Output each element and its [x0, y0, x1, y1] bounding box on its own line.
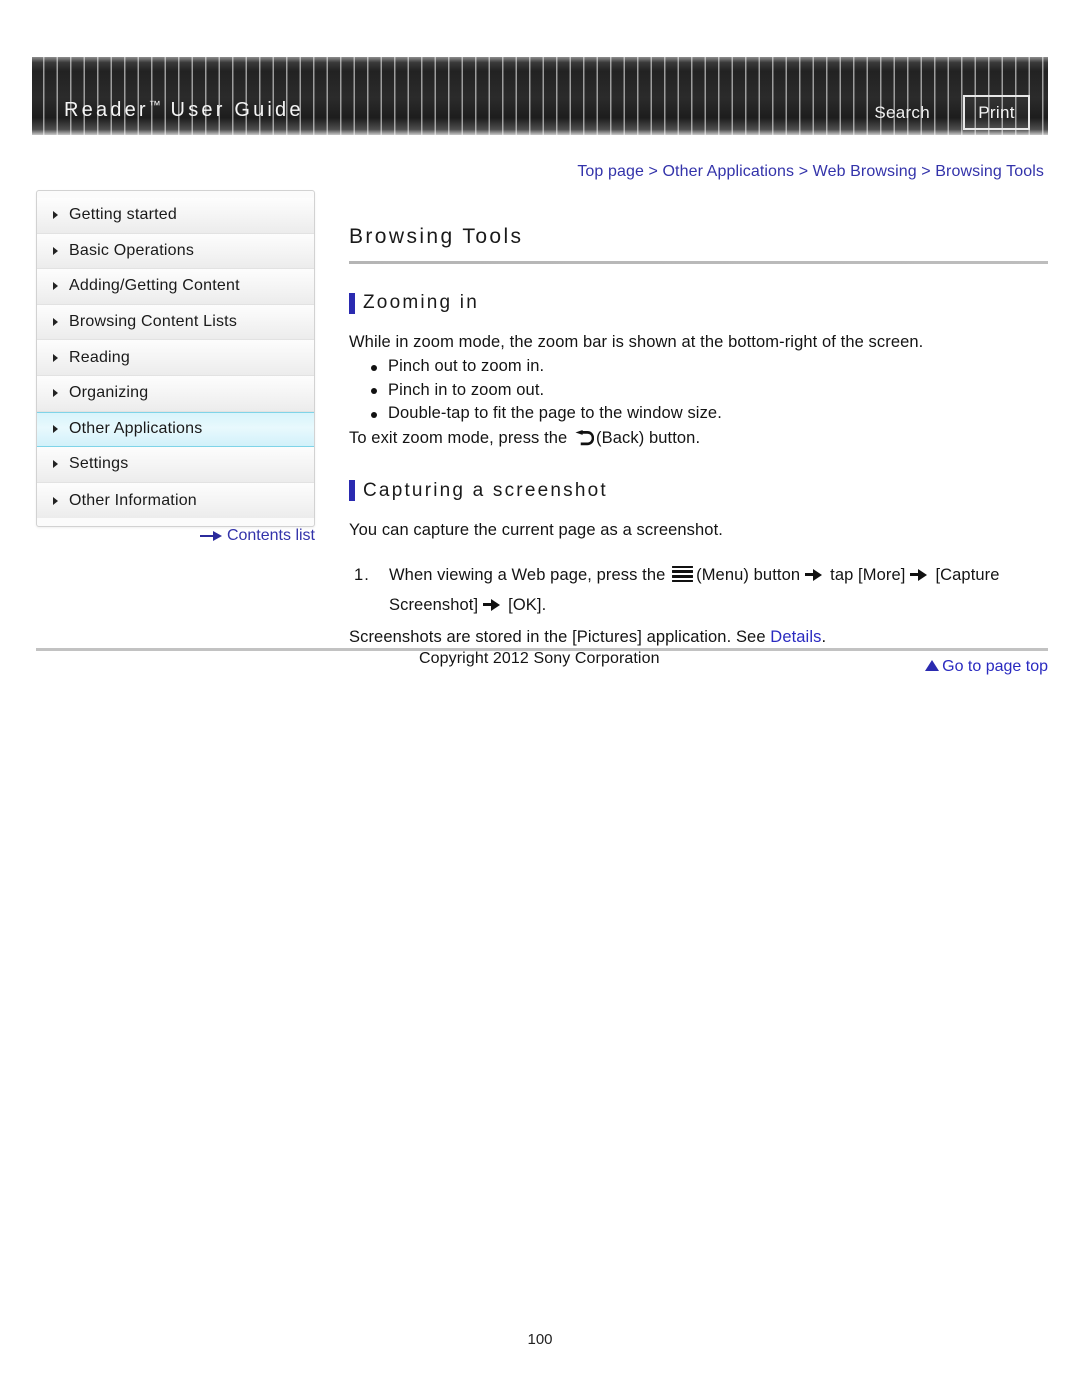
sidebar-item-label: Getting started — [69, 206, 177, 224]
sidebar-item-other-applications[interactable]: Other Applications — [37, 411, 314, 448]
sidebar-item-basic-operations[interactable]: Basic Operations — [37, 233, 314, 270]
list-item: Pinch out to zoom in. — [371, 355, 1048, 379]
main-content: Browsing Tools Zooming in While in zoom … — [349, 225, 1048, 676]
search-button[interactable]: Search — [874, 103, 930, 123]
zooming-exit-after: (Back) button. — [596, 428, 701, 447]
zooming-exit-before: To exit zoom mode, press the — [349, 428, 568, 447]
section-marker-bar — [349, 480, 355, 501]
print-button[interactable]: Print — [963, 95, 1030, 130]
section-heading-zooming-in: Zooming in — [349, 292, 1048, 314]
contents-list-label: Contents list — [226, 527, 315, 544]
sidebar-item-label: Reading — [69, 348, 131, 366]
list-item: When viewing a Web page, press the (Menu… — [349, 560, 1048, 620]
sidebar-item-other-information[interactable]: Other Information — [37, 482, 314, 519]
chevron-right-icon — [53, 425, 58, 434]
list-item: Pinch in to zoom out. — [371, 379, 1048, 403]
arrow-right-icon — [199, 531, 222, 541]
step-text-e: [OK]. — [508, 595, 547, 614]
title-divider — [349, 261, 1048, 264]
sidebar-item-label: Adding/Getting Content — [69, 277, 240, 295]
app-title: Reader™ User Guide — [64, 98, 304, 122]
chevron-right-icon — [53, 389, 58, 398]
sidebar-item-label: Settings — [69, 455, 129, 473]
chevron-right-icon — [53, 496, 58, 505]
sidebar-item-label: Browsing Content Lists — [69, 313, 238, 331]
section-heading-capturing-screenshot: Capturing a screenshot — [349, 480, 1048, 502]
step-text-a: When viewing a Web page, press the — [389, 565, 666, 584]
page-title: Browsing Tools — [349, 225, 524, 248]
section-marker-bar — [349, 292, 355, 314]
sidebar-item-browsing-content-lists[interactable]: Browsing Content Lists — [37, 304, 314, 341]
zooming-exit-text: To exit zoom mode, press the (Back) butt… — [349, 427, 1048, 450]
capture-steps-list: When viewing a Web page, press the (Menu… — [349, 560, 1048, 620]
details-link[interactable]: Details — [770, 628, 821, 646]
menu-hamburger-icon — [672, 565, 694, 583]
arrow-right-icon — [910, 568, 930, 581]
zooming-bullet-list: Pinch out to zoom in. Pinch in to zoom o… — [349, 355, 1048, 426]
chevron-right-icon — [53, 353, 58, 362]
copyright-text: Copyright 2012 Sony Corporation — [419, 650, 660, 667]
sidebar-navigation: Getting started Basic Operations Adding/… — [36, 190, 315, 528]
chevron-right-icon — [53, 282, 58, 291]
capture-note-before: Screenshots are stored in the [Pictures]… — [349, 627, 766, 646]
arrow-right-icon — [483, 598, 503, 611]
go-to-page-top-label: Go to page top — [942, 657, 1048, 675]
sidebar-item-label: Organizing — [69, 384, 149, 402]
step-text-c: tap [More] — [830, 565, 906, 584]
breadcrumb[interactable]: Top page > Other Applications > Web Brow… — [577, 163, 1044, 181]
sidebar-item-organizing[interactable]: Organizing — [37, 375, 314, 412]
page-number: 100 — [527, 1331, 553, 1348]
sidebar-item-label: Basic Operations — [69, 241, 195, 259]
capture-intro-text: You can capture the current page as a sc… — [349, 520, 723, 539]
section-heading-label: Zooming in — [363, 292, 479, 313]
chevron-right-icon — [53, 211, 58, 220]
capture-note-after: . — [821, 627, 827, 646]
app-title-main: Reader — [64, 99, 149, 121]
chevron-right-icon — [53, 460, 58, 469]
arrow-right-icon — [805, 568, 825, 581]
header-background-texture — [32, 57, 1048, 135]
list-item: Double-tap to fit the page to the window… — [371, 402, 1048, 426]
zooming-intro-text: While in zoom mode, the zoom bar is show… — [349, 333, 924, 351]
app-header: Reader™ User Guide Search Print — [32, 57, 1048, 135]
step-text-b: (Menu) button — [696, 565, 801, 584]
sidebar-item-label: Other Information — [69, 491, 197, 509]
trademark-symbol: ™ — [148, 98, 162, 112]
sidebar-item-getting-started[interactable]: Getting started — [37, 198, 314, 234]
sidebar-item-label: Other Applications — [69, 420, 203, 438]
chevron-right-icon — [53, 318, 58, 327]
sidebar-item-adding-getting-content[interactable]: Adding/Getting Content — [37, 269, 314, 305]
contents-list-link[interactable]: Contents list — [36, 527, 315, 545]
capture-note-text: Screenshots are stored in the [Pictures]… — [349, 626, 1048, 649]
sidebar-item-reading[interactable]: Reading — [37, 340, 314, 376]
section-heading-label: Capturing a screenshot — [363, 479, 608, 501]
back-arrow-icon — [575, 429, 595, 446]
app-title-rest: User Guide — [161, 99, 304, 121]
sidebar-item-settings[interactable]: Settings — [37, 447, 314, 483]
chevron-right-icon — [53, 246, 58, 255]
triangle-up-icon — [925, 659, 940, 671]
